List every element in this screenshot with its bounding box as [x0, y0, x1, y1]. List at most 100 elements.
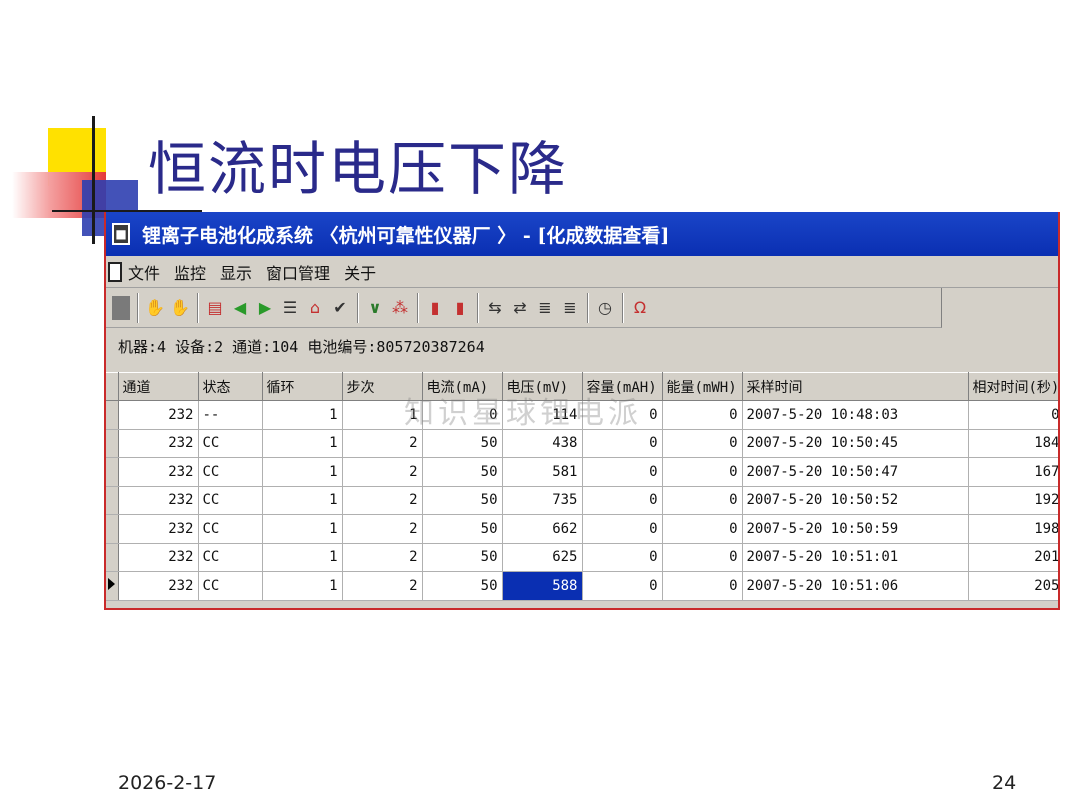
- table-cell[interactable]: CC: [198, 543, 263, 572]
- table-row[interactable]: 232 CC 1 2 50 662 0 0 2007-5-20 10:50:59 198: [106, 514, 1058, 544]
- stop-icon[interactable]: [112, 295, 130, 320]
- table-cell[interactable]: 1: [342, 400, 423, 430]
- clock-icon[interactable]: ◷: [595, 296, 615, 320]
- column-header-voltage[interactable]: 电压(mV): [502, 372, 583, 401]
- table-cell[interactable]: CC: [198, 571, 263, 601]
- table-cell[interactable]: 2: [342, 429, 423, 458]
- table-cell[interactable]: 2007-5-20 10:50:52: [742, 486, 969, 515]
- table-cell[interactable]: 0: [582, 429, 663, 458]
- table-cell[interactable]: 1: [262, 457, 343, 487]
- table-cell[interactable]: --: [198, 400, 263, 430]
- document-icon[interactable]: [108, 261, 122, 282]
- table-cell[interactable]: 0: [582, 543, 663, 572]
- table-cell[interactable]: 2007-5-20 10:50:47: [742, 457, 969, 487]
- v-icon[interactable]: ∨: [365, 296, 385, 320]
- table-cell[interactable]: 2007-5-20 10:50:45: [742, 429, 969, 458]
- table-cell[interactable]: 2007-5-20 10:50:59: [742, 514, 969, 544]
- connect-left-icon[interactable]: ⇆: [485, 296, 505, 320]
- row-indicator[interactable]: [106, 486, 119, 515]
- list-icon[interactable]: ☰: [280, 296, 300, 320]
- table-cell[interactable]: 1: [262, 400, 343, 430]
- table-cell[interactable]: 581: [502, 457, 583, 487]
- table-cell[interactable]: 2: [342, 543, 423, 572]
- table-cell[interactable]: 232: [118, 514, 199, 544]
- table-cell[interactable]: 167: [968, 457, 1058, 487]
- row-indicator[interactable]: [106, 400, 119, 430]
- column-header-current[interactable]: 电流(mA): [422, 372, 503, 401]
- table-cell[interactable]: 438: [502, 429, 583, 458]
- table-row[interactable]: 232 CC 1 2 50 438 0 0 2007-5-20 10:50:45 184: [106, 429, 1058, 458]
- table-cell[interactable]: CC: [198, 457, 263, 487]
- table-cell[interactable]: 0: [422, 400, 503, 430]
- table-row[interactable]: 232 -- 1 1 0 114 0 0 2007-5-20 10:48:03 0: [106, 400, 1058, 430]
- table-cell[interactable]: 1: [262, 514, 343, 544]
- table-cell[interactable]: 2: [342, 571, 423, 601]
- table-cell[interactable]: 0: [662, 486, 743, 515]
- column-header-step[interactable]: 步次: [342, 372, 423, 401]
- table-cell[interactable]: 232: [118, 429, 199, 458]
- battery-plus-icon[interactable]: ▮: [450, 296, 470, 320]
- table-cell[interactable]: 0: [582, 486, 663, 515]
- table-cell[interactable]: 1: [262, 571, 343, 601]
- table-cell[interactable]: 0: [662, 514, 743, 544]
- table-cell[interactable]: 198: [968, 514, 1058, 544]
- table-cell[interactable]: 201: [968, 543, 1058, 572]
- table-cell[interactable]: CC: [198, 429, 263, 458]
- arrow-right-icon[interactable]: ▶: [255, 296, 275, 320]
- table-cell[interactable]: 50: [422, 457, 503, 487]
- table-cell[interactable]: 0: [662, 457, 743, 487]
- table-cell[interactable]: 0: [582, 400, 663, 430]
- table-cell[interactable]: 588: [502, 571, 583, 601]
- column-header-energy[interactable]: 能量(mWH): [662, 372, 743, 401]
- cell-stack-icon[interactable]: ≣: [535, 296, 555, 320]
- hand-icon[interactable]: ✋: [145, 296, 165, 320]
- table-cell[interactable]: 205: [968, 571, 1058, 601]
- table-cell[interactable]: 2007-5-20 10:51:01: [742, 543, 969, 572]
- table-cell[interactable]: 2: [342, 486, 423, 515]
- table-row[interactable]: 232 CC 1 2 50 625 0 0 2007-5-20 10:51:01 201: [106, 543, 1058, 572]
- table-cell[interactable]: 2: [342, 514, 423, 544]
- table-cell[interactable]: 2007-5-20 10:48:03: [742, 400, 969, 430]
- app-icon[interactable]: ■: [112, 223, 130, 245]
- table-cell[interactable]: 0: [662, 400, 743, 430]
- table-cell[interactable]: 662: [502, 514, 583, 544]
- table-cell[interactable]: 114: [502, 400, 583, 430]
- table-cell[interactable]: 232: [118, 400, 199, 430]
- row-indicator[interactable]: [106, 429, 119, 458]
- column-header-channel[interactable]: 通道: [118, 372, 199, 401]
- table-cell[interactable]: 0: [582, 457, 663, 487]
- table-cell[interactable]: 0: [662, 429, 743, 458]
- table-cell[interactable]: 2007-5-20 10:51:06: [742, 571, 969, 601]
- menu-about[interactable]: 关于: [344, 260, 376, 284]
- table-cell[interactable]: CC: [198, 514, 263, 544]
- table-cell[interactable]: 232: [118, 457, 199, 487]
- table-row[interactable]: 232 CC 1 2 50 588 0 0 2007-5-20 10:51:06 205: [106, 571, 1058, 601]
- table-cell[interactable]: 192: [968, 486, 1058, 515]
- table-cell[interactable]: 50: [422, 543, 503, 572]
- arrow-left-icon[interactable]: ◀: [230, 296, 250, 320]
- table-cell[interactable]: 50: [422, 514, 503, 544]
- table-cell[interactable]: 232: [118, 571, 199, 601]
- cell-stack-2-icon[interactable]: ≣: [560, 296, 580, 320]
- monitor-icon[interactable]: ▤: [205, 296, 225, 320]
- table-cell[interactable]: 625: [502, 543, 583, 572]
- table-cell[interactable]: 50: [422, 571, 503, 601]
- table-cell[interactable]: 0: [968, 400, 1058, 430]
- menu-monitor[interactable]: 监控: [174, 260, 206, 284]
- table-cell[interactable]: 0: [582, 514, 663, 544]
- row-indicator[interactable]: [106, 571, 119, 601]
- table-cell[interactable]: 1: [262, 429, 343, 458]
- table-cell[interactable]: 1: [262, 486, 343, 515]
- menu-file[interactable]: 文件: [128, 260, 160, 284]
- table-cell[interactable]: 184: [968, 429, 1058, 458]
- table-cell[interactable]: 0: [582, 571, 663, 601]
- connect-right-icon[interactable]: ⇄: [510, 296, 530, 320]
- table-cell[interactable]: CC: [198, 486, 263, 515]
- magnet-icon[interactable]: Ω: [630, 296, 650, 320]
- column-header-sample-time[interactable]: 采样时间: [742, 372, 969, 401]
- table-cell[interactable]: 232: [118, 486, 199, 515]
- table-cell[interactable]: 50: [422, 429, 503, 458]
- row-indicator[interactable]: [106, 543, 119, 572]
- table-cell[interactable]: 50: [422, 486, 503, 515]
- title-bar[interactable]: ■ 锂离子电池化成系统 〈杭州可靠性仪器厂 〉 - [化成数据查看]: [106, 212, 1058, 256]
